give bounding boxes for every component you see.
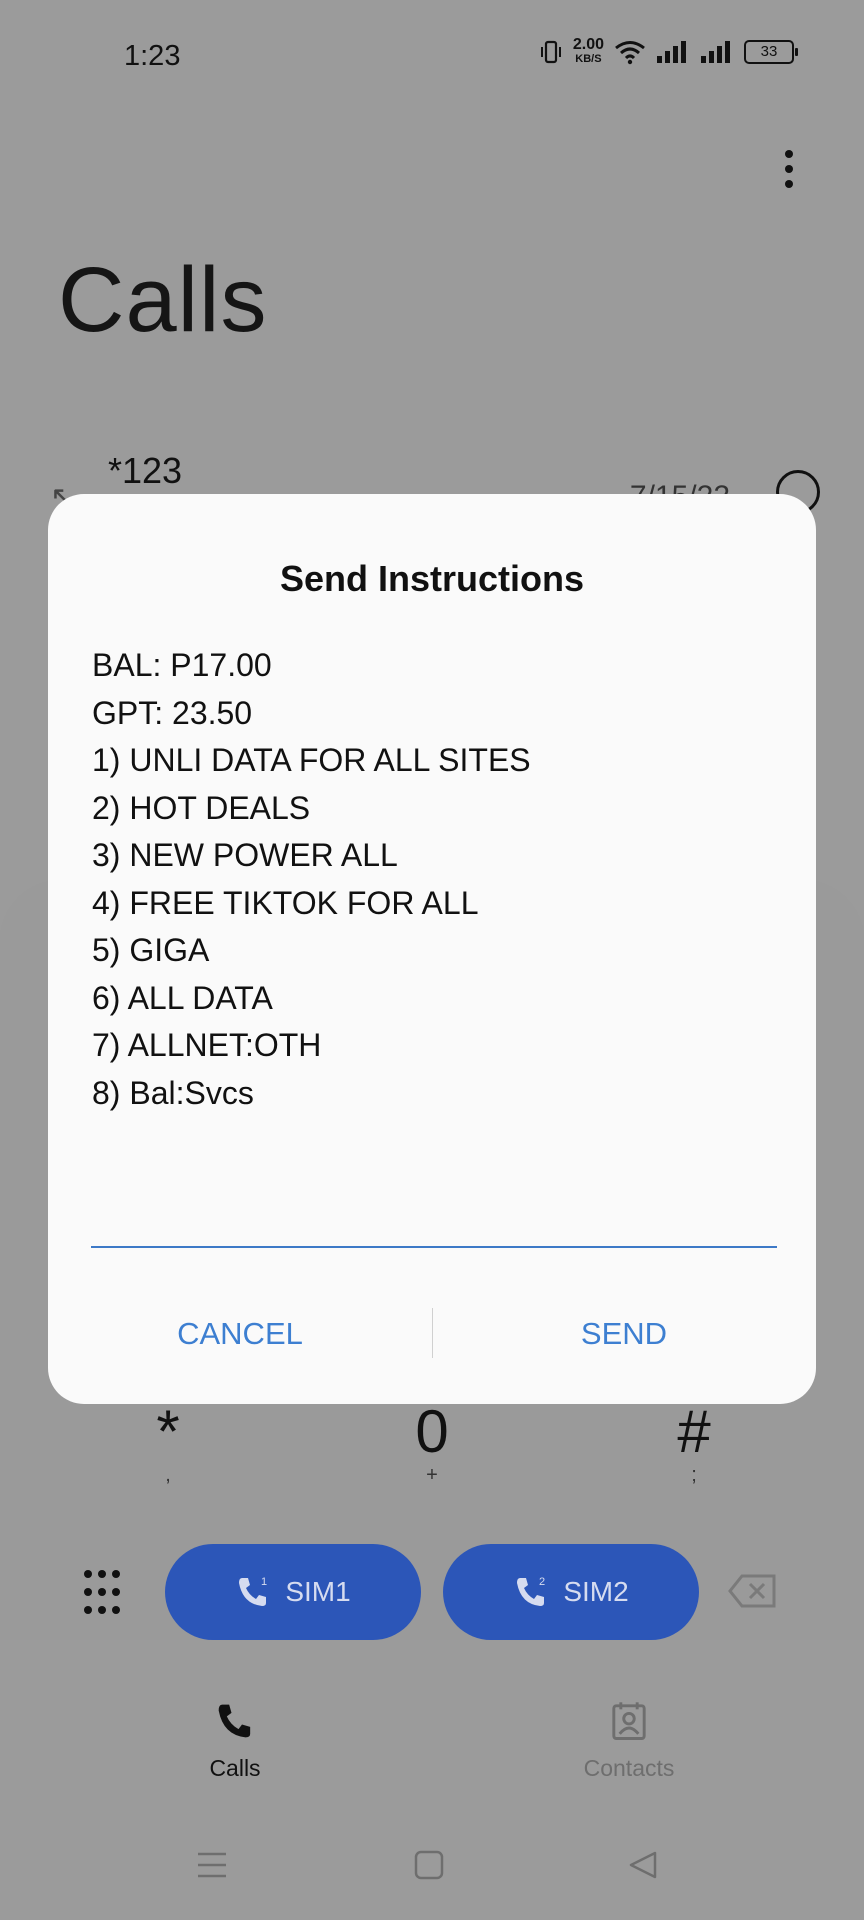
dial-key-star[interactable]: * , bbox=[118, 1400, 218, 1487]
system-navigation-bar bbox=[0, 1846, 864, 1896]
recent-apps-icon[interactable] bbox=[196, 1850, 228, 1880]
svg-text:2: 2 bbox=[539, 1576, 545, 1588]
message-line: 6) ALL DATA bbox=[92, 979, 273, 1016]
send-button[interactable]: SEND bbox=[459, 1302, 789, 1366]
call-sim2-label: SIM2 bbox=[563, 1576, 629, 1607]
cancel-button[interactable]: CANCEL bbox=[75, 1302, 405, 1366]
battery-icon: 33 bbox=[744, 40, 798, 64]
dialpad-toggle-icon[interactable] bbox=[84, 1570, 124, 1618]
message-line: GPT: 23.50 bbox=[92, 694, 253, 731]
contacts-icon bbox=[612, 1702, 646, 1740]
message-line: 4) FREE TIKTOK FOR ALL bbox=[92, 884, 479, 921]
phone-app-screen: 1:23 2.00 KB/S 33 Calls ↖ *123 * , 0 + #… bbox=[0, 0, 864, 1920]
call-sim1-button[interactable]: 1 SIM1 bbox=[165, 1544, 421, 1640]
bottom-navigation: Calls Contacts bbox=[0, 1700, 864, 1800]
network-speed: 2.00 KB/S bbox=[572, 36, 604, 66]
ussd-dialog: Send Instructions BAL: P17.00 GPT: 23.50… bbox=[48, 494, 816, 1404]
dial-key-star-main: * bbox=[156, 1398, 180, 1465]
page-title: Calls bbox=[58, 249, 268, 351]
phone-icon bbox=[218, 1704, 251, 1738]
network-speed-value: 2.00 bbox=[572, 36, 604, 53]
message-line: BAL: P17.00 bbox=[92, 647, 272, 683]
wifi-icon bbox=[615, 41, 645, 65]
dial-key-hash-sub: ; bbox=[691, 1464, 697, 1486]
message-line: 3) NEW POWER ALL bbox=[92, 837, 398, 873]
home-icon[interactable] bbox=[414, 1850, 444, 1880]
nav-calls-tab[interactable]: Calls bbox=[135, 1700, 335, 1782]
nav-contacts-tab[interactable]: Contacts bbox=[529, 1700, 729, 1782]
action-divider bbox=[432, 1308, 433, 1358]
dial-key-0[interactable]: 0 + bbox=[382, 1400, 482, 1487]
nav-contacts-label: Contacts bbox=[583, 1755, 675, 1781]
backspace-icon[interactable] bbox=[728, 1574, 778, 1608]
network-speed-unit: KB/S bbox=[575, 53, 602, 65]
call-number: *123 bbox=[108, 450, 183, 491]
svg-text:1: 1 bbox=[261, 1576, 267, 1588]
more-options-icon[interactable] bbox=[784, 150, 794, 195]
status-icons: 2.00 KB/S 33 bbox=[539, 36, 798, 66]
call-sim2-button[interactable]: 2 SIM2 bbox=[443, 1544, 699, 1640]
reply-input[interactable] bbox=[91, 1194, 777, 1248]
dial-key-hash-main: # bbox=[677, 1398, 711, 1465]
dialog-title: Send Instructions bbox=[279, 558, 585, 599]
call-sim1-label: SIM1 bbox=[285, 1576, 351, 1607]
status-bar: 1:23 2.00 KB/S 33 bbox=[0, 0, 864, 110]
vibrate-icon bbox=[540, 40, 561, 64]
dial-key-hash[interactable]: # ; bbox=[644, 1400, 744, 1487]
signal-sim1-icon bbox=[657, 41, 686, 63]
dialog-actions: CANCEL SEND bbox=[48, 1302, 816, 1366]
nav-calls-label: Calls bbox=[209, 1755, 261, 1781]
status-time: 1:23 bbox=[124, 40, 181, 72]
signal-sim2-icon bbox=[701, 41, 730, 63]
phone-sim2-icon: 2 bbox=[517, 1576, 545, 1606]
message-line: 2) HOT DEALS bbox=[92, 789, 311, 826]
dial-key-0-sub: + bbox=[426, 1464, 438, 1486]
message-line: 1) UNLI DATA FOR ALL SITES bbox=[92, 742, 531, 778]
phone-sim1-icon: 1 bbox=[239, 1576, 267, 1606]
dialog-message: BAL: P17.00 GPT: 23.50 1) UNLI DATA FOR … bbox=[92, 642, 782, 1117]
dial-key-0-main: 0 bbox=[415, 1398, 449, 1465]
message-line: 7) ALLNET:OTH bbox=[92, 1027, 322, 1063]
message-line: 8) Bal:Svcs bbox=[92, 1074, 254, 1111]
message-line: 5) GIGA bbox=[92, 932, 210, 968]
dial-key-star-sub: , bbox=[165, 1464, 171, 1486]
back-icon[interactable] bbox=[628, 1850, 658, 1880]
sim-call-row: 1 SIM1 2 SIM2 bbox=[0, 1544, 864, 1644]
